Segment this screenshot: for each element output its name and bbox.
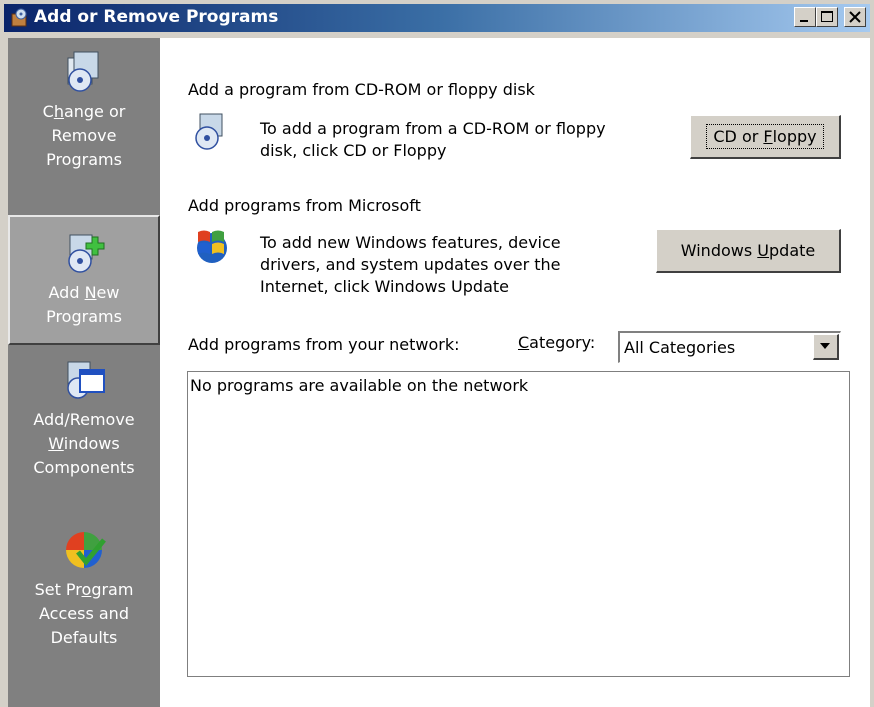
change-remove-icon xyxy=(67,51,99,92)
windows-logo-icon xyxy=(197,230,227,263)
sidebar-label-accesskey: W xyxy=(48,434,64,453)
cd-or-floppy-button[interactable]: CD or Floppy xyxy=(690,115,841,159)
window-title: Add or Remove Programs xyxy=(34,7,279,27)
sidebar-label-line3: Defaults xyxy=(50,628,118,647)
sidebar-label-accesskey: h xyxy=(53,102,64,121)
category-dropdown-value: All Categories xyxy=(624,338,736,357)
category-label: Category: xyxy=(518,333,595,352)
button-label-pre: Windows xyxy=(680,241,758,260)
minimize-button[interactable] xyxy=(794,7,816,27)
sidebar-label-line3: Programs xyxy=(46,150,122,169)
sidebar-label-post: indows xyxy=(63,434,120,453)
button-label-accesskey: F xyxy=(763,127,773,146)
add-new-programs-icon xyxy=(68,234,105,273)
windows-update-button[interactable]: Windows Update xyxy=(656,229,841,273)
sidebar-label-line3: Components xyxy=(33,458,135,477)
sidebar-label-line2: Programs xyxy=(46,307,122,326)
sidebar-item-add-new-programs[interactable]: Add New Programs xyxy=(8,215,160,345)
sidebar-label-post: gram xyxy=(91,580,134,599)
maximize-icon xyxy=(821,11,833,22)
ms-section-title: Add programs from Microsoft xyxy=(188,196,421,215)
sidebar-label-pre: C xyxy=(42,102,54,121)
minimize-icon xyxy=(800,20,808,22)
category-dropdown[interactable]: All Categories xyxy=(618,331,841,363)
sidebar-label-pre: Add xyxy=(48,283,85,302)
network-programs-list[interactable]: No programs are available on the network xyxy=(187,371,850,677)
sidebar-item-program-access[interactable]: Set Program Access and Defaults xyxy=(8,526,160,650)
add-remove-programs-icon xyxy=(11,8,27,27)
sidebar-label-post: ew xyxy=(96,283,120,302)
ms-desc-line2: drivers, and system updates over the xyxy=(260,255,561,274)
cd-section-description: To add a program from a CD-ROM or floppy… xyxy=(260,118,606,162)
maximize-button[interactable] xyxy=(816,7,838,27)
program-access-icon xyxy=(66,532,106,568)
ms-desc-line3: Internet, click Windows Update xyxy=(260,277,509,296)
ms-desc-line1: To add new Windows features, device xyxy=(260,233,561,252)
category-label-accesskey: C xyxy=(518,333,530,352)
chevron-down-icon xyxy=(820,343,830,349)
add-remove-programs-window: Add or Remove Programs Change or Remove … xyxy=(0,0,874,707)
sidebar-item-change-remove[interactable]: Change or Remove Programs xyxy=(8,48,160,172)
cd-install-icon xyxy=(195,113,223,150)
main-content: Add a program from CD-ROM or floppy disk… xyxy=(160,38,870,707)
category-label-post: ategory: xyxy=(529,333,596,352)
close-icon xyxy=(849,11,861,23)
sidebar-label-line2: Access and xyxy=(39,604,129,623)
sidebar-label-accesskey: o xyxy=(81,580,92,599)
cd-section-title: Add a program from CD-ROM or floppy disk xyxy=(188,80,535,99)
button-label-post: pdate xyxy=(769,241,816,260)
sidebar-label-line2: Remove xyxy=(51,126,117,145)
close-button[interactable] xyxy=(844,7,866,27)
cd-desc-line1: To add a program from a CD-ROM or floppy xyxy=(260,119,606,138)
sidebar-label-line1: Add/Remove xyxy=(33,410,135,429)
category-dropdown-button[interactable] xyxy=(813,334,839,360)
empty-list-message: No programs are available on the network xyxy=(190,376,529,395)
windows-components-icon xyxy=(67,361,105,399)
button-label-pre: CD or xyxy=(713,127,764,146)
sidebar-label-accesskey: N xyxy=(84,283,97,302)
button-label-accesskey: U xyxy=(757,241,769,260)
cd-desc-line2: disk, click CD or Floppy xyxy=(260,141,447,160)
sidebar-item-windows-components[interactable]: Add/Remove Windows Components xyxy=(8,356,160,480)
button-label-post: loppy xyxy=(772,127,817,146)
sidebar-label-pre: Set Pr xyxy=(34,580,82,599)
network-section-title: Add programs from your network: xyxy=(188,335,460,354)
sidebar-label-post: ange or xyxy=(63,102,126,121)
ms-section-description: To add new Windows features, device driv… xyxy=(260,232,561,298)
title-bar[interactable]: Add or Remove Programs xyxy=(4,4,870,32)
sidebar: Change or Remove Programs Add New Progra… xyxy=(8,38,160,707)
